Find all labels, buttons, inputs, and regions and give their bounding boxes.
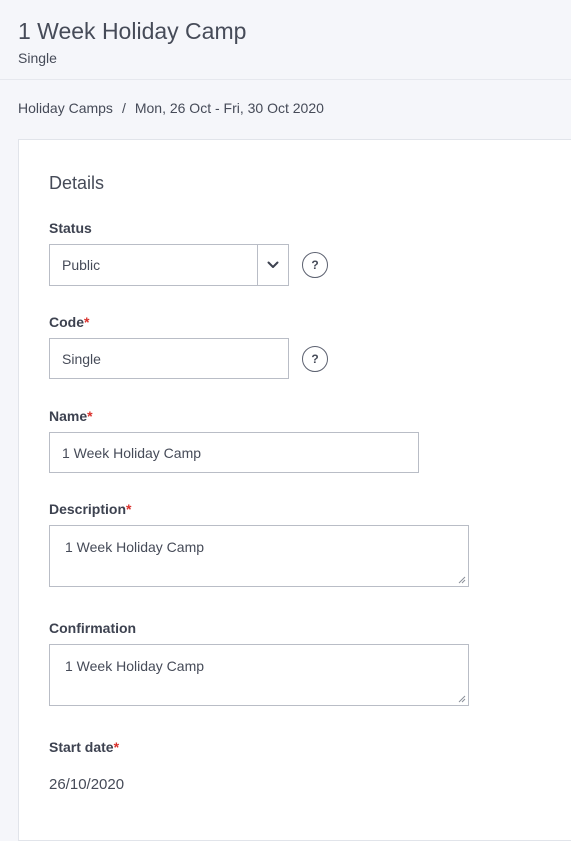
details-card: Details Status Public ? Code* Single ? N…: [18, 139, 571, 841]
confirmation-label: Confirmation: [49, 620, 137, 636]
status-help-icon[interactable]: ?: [302, 252, 328, 278]
resize-grip-icon[interactable]: [458, 576, 466, 584]
chevron-down-icon[interactable]: [258, 245, 288, 285]
code-label: Code*: [49, 314, 90, 330]
breadcrumb: Holiday Camps / Mon, 26 Oct - Fri, 30 Oct …: [18, 100, 324, 116]
confirmation-textarea[interactable]: 1 Week Holiday Camp: [49, 644, 469, 706]
code-input[interactable]: Single: [49, 338, 289, 379]
required-marker: *: [84, 314, 90, 330]
code-value: Single: [62, 350, 101, 367]
breadcrumb-current: Mon, 26 Oct - Fri, 30 Oct 2020: [134, 100, 324, 116]
section-title: Details: [49, 173, 105, 193]
start-date-label: Start date*: [49, 739, 120, 755]
name-label: Name*: [49, 408, 93, 424]
description-label: Description*: [49, 501, 132, 517]
status-select[interactable]: Public: [49, 244, 289, 286]
description-textarea[interactable]: 1 Week Holiday Camp: [49, 525, 469, 587]
page-title: 1 Week Holiday Camp: [18, 18, 247, 44]
required-marker: *: [87, 408, 93, 424]
name-value: 1 Week Holiday Camp: [62, 444, 202, 461]
status-value: Public: [62, 257, 101, 273]
page-header: 1 Week Holiday Camp Single: [0, 0, 571, 80]
confirmation-value: 1 Week Holiday Camp: [65, 658, 205, 674]
description-value: 1 Week Holiday Camp: [65, 539, 205, 555]
breadcrumb-separator: /: [121, 100, 126, 116]
required-marker: *: [126, 501, 132, 517]
name-input[interactable]: 1 Week Holiday Camp: [49, 432, 419, 473]
start-date-value: 26/10/2020: [49, 776, 125, 793]
resize-grip-icon[interactable]: [458, 695, 466, 703]
code-help-icon[interactable]: ?: [302, 346, 328, 372]
status-label: Status: [49, 220, 92, 236]
required-marker: *: [113, 739, 120, 755]
page-subtitle: Single: [18, 50, 57, 66]
breadcrumb-link-holiday-camps[interactable]: Holiday Camps: [18, 100, 113, 116]
